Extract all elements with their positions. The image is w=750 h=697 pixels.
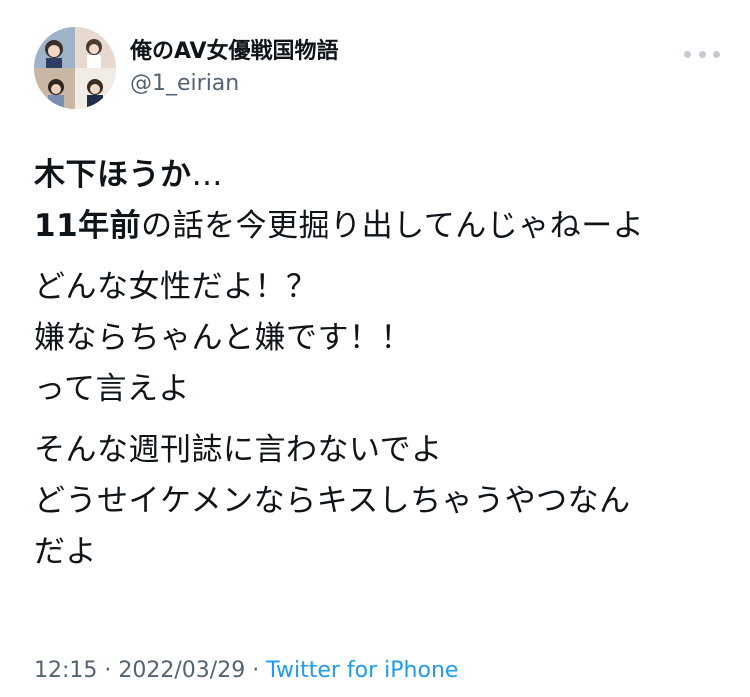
tweet-meta: 12:15 · 2022/03/29 · Twitter for iPhone [34,656,458,686]
tweet-line: 11年前の話を今更掘り出してんじゃねーよ [34,201,734,252]
tweet-line: そんな週刊誌に言わないでよ [34,432,443,468]
tweet-bold-name: 木下ほうか [34,157,192,193]
tweet-line: どんな女性だよ！？ [34,269,318,305]
tweet-line: 木下ほうか… [34,150,734,201]
dot-icon [684,50,691,58]
tweet-line: だよ [34,534,97,570]
meta-separator: · [245,658,267,683]
meta-separator: · [97,658,119,683]
tweet-line: って言えよ [34,371,190,407]
tweet-bold-years: 11年前 [34,208,142,244]
more-horizontal-icon[interactable] [684,44,720,64]
display-name[interactable]: 俺のAV女優戦国物語 [130,38,339,66]
tweet-line: どうせイケメンならキスしちゃうやつなん [34,483,631,519]
user-handle[interactable]: @1_eirian [130,70,239,98]
dot-icon [698,50,706,58]
tweet-line-rest: の話を今更掘り出してんじゃねーよ [141,208,645,244]
tweet-ellipsis: … [191,157,223,193]
tweet-date[interactable]: 2022/03/29 [118,658,245,683]
dot-icon [713,50,720,58]
tweet-line: 嫌ならちゃんと嫌です！！ [34,320,412,356]
tweet-time[interactable]: 12:15 [34,658,97,683]
avatar[interactable] [34,27,116,109]
tweet-source-link[interactable]: Twitter for iPhone [266,658,458,683]
tweet-card: 俺のAV女優戦国物語 @1_eirian 木下ほうか… 11年前の話を今更掘り出… [0,0,750,697]
tweet-text: 木下ほうか… 11年前の話を今更掘り出してんじゃねーよ どんな女性だよ！？ 嫌な… [34,150,734,578]
